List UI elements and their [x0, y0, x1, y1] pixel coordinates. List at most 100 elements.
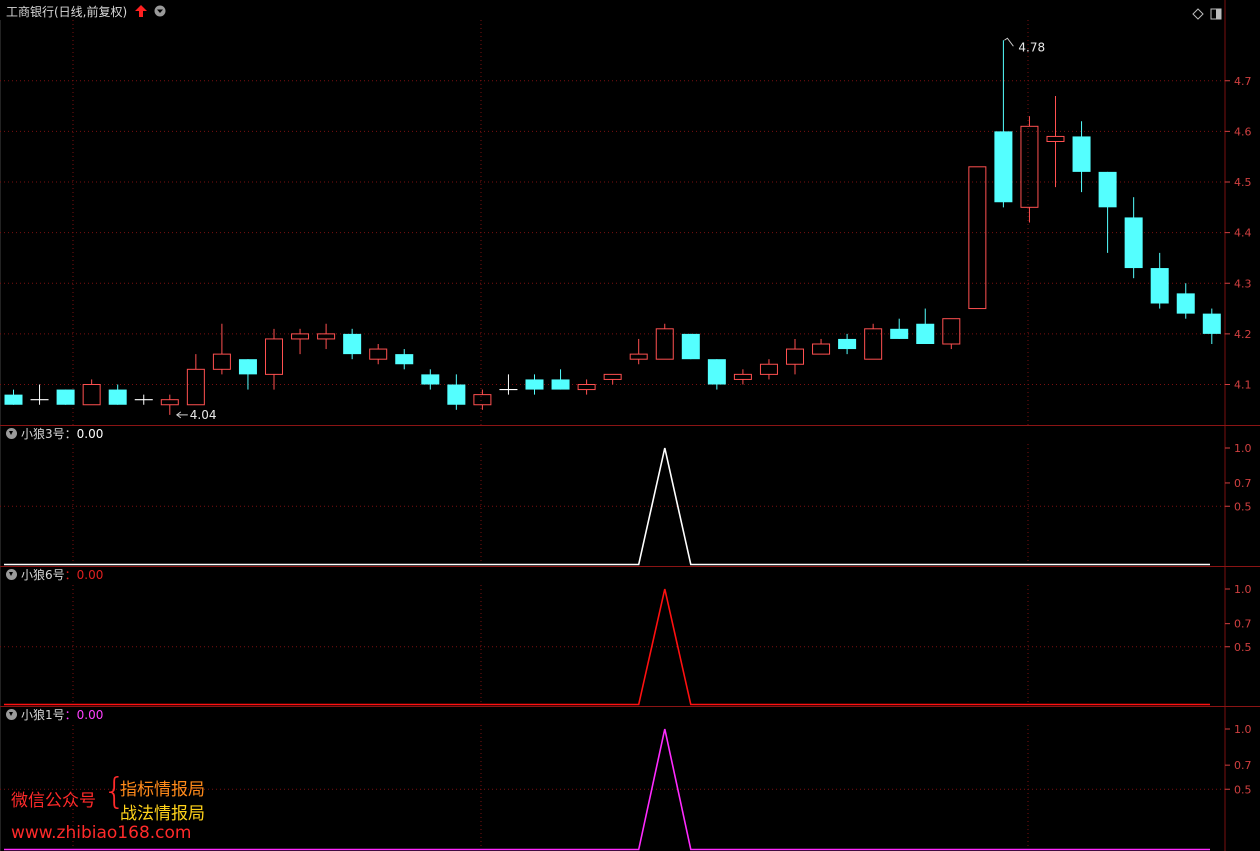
candle-body [838, 338, 857, 350]
candle-6 [160, 394, 179, 415]
candle-body [968, 166, 987, 310]
candle-9 [238, 359, 257, 390]
candle-body [317, 333, 336, 340]
candle-44 [1150, 252, 1169, 309]
candle-body [707, 359, 726, 385]
main-y-tick-label: 4.7 [1234, 75, 1252, 88]
pane3-y-tick-label: 0.7 [1234, 759, 1252, 772]
pane1-sep: ： [64, 427, 77, 441]
candle-7 [186, 354, 205, 406]
candle-40 [1046, 95, 1065, 188]
candle-24 [629, 338, 648, 365]
candle-12 [317, 323, 336, 350]
pane3-y-tick-label: 1.0 [1234, 723, 1252, 736]
candle-8 [212, 323, 231, 375]
candle-39 [1020, 116, 1039, 223]
candle-13 [343, 328, 362, 360]
candle-17 [447, 374, 466, 410]
candle-41 [1072, 121, 1091, 193]
pane3-name: 小狼1号 [21, 708, 65, 722]
candle-27 [707, 359, 726, 390]
candle-body [525, 379, 544, 390]
candle-0 [4, 389, 23, 405]
candle-29 [759, 359, 778, 380]
chevron-down-circle-icon[interactable] [154, 5, 166, 17]
chart-canvas[interactable]: 4.1 4.2 4.3 4.4 4.5 4.6 4.7 4.78 4.04 0.5 0.7 1.0 0.… [0, 0, 1260, 851]
candle-33 [864, 323, 883, 360]
candle-38 [994, 40, 1013, 208]
candle-body [733, 373, 752, 380]
candle-body [1046, 135, 1065, 142]
candle-18 [473, 389, 492, 410]
candle-body [291, 333, 310, 340]
candle-28 [733, 369, 752, 385]
candle-body [1072, 136, 1091, 172]
pane3-sep: ： [64, 708, 77, 722]
pane2-menu-icon[interactable] [6, 569, 17, 580]
pane1-value: 0.00 [76, 427, 104, 441]
pane1-y-tick-label: 0.5 [1234, 500, 1252, 513]
candle-body [56, 389, 75, 405]
window-restore-icon[interactable] [1210, 8, 1222, 20]
candle-45 [1176, 283, 1195, 319]
candle-body [812, 343, 831, 355]
candle-body [186, 368, 205, 406]
chart-stage[interactable]: 4.1 4.2 4.3 4.4 4.5 4.6 4.7 4.78 4.04 0.5 0.7 1.0 0.… [0, 0, 1260, 851]
pane2-y-tick-label: 0.5 [1234, 641, 1252, 654]
pane2-name: 小狼6号 [21, 568, 65, 582]
candle-36 [942, 318, 961, 350]
main-y-tick-label: 4.3 [1234, 277, 1252, 290]
candle-body [551, 379, 570, 390]
pane1-y-tick-label: 1.0 [1234, 442, 1252, 455]
main-y-tick-label: 4.1 [1234, 379, 1252, 392]
candle-20 [525, 374, 544, 395]
main-y-tick-label: 4.2 [1234, 328, 1252, 341]
main-pane-header: 工商银行(日线,前复权) [6, 4, 166, 20]
candle-body [994, 131, 1013, 203]
pane1-header: 小狼3号：0.00 [6, 426, 103, 442]
candle-2 [56, 389, 75, 405]
candle-26 [681, 333, 700, 360]
low-marker-label: 4.04 [190, 408, 217, 422]
stock-title: 工商银行(日线,前复权) [6, 5, 128, 19]
candle-body [655, 328, 674, 360]
candle-30 [786, 338, 804, 375]
candle-body [1098, 171, 1117, 208]
diamond-icon[interactable] [1192, 8, 1204, 20]
pane1-menu-icon[interactable] [6, 428, 17, 439]
candle-body [265, 338, 283, 375]
candle-body [1124, 217, 1143, 269]
candle-body [1176, 293, 1195, 314]
pane3-menu-icon[interactable] [6, 709, 17, 720]
candle-5 [134, 394, 153, 405]
candle-4 [108, 384, 127, 405]
candle-body [212, 353, 231, 370]
red-up-arrow-icon [135, 5, 148, 17]
watermark-line1: 指标情报局 [120, 780, 205, 800]
candle-body [369, 348, 388, 360]
candle-body [786, 348, 804, 365]
candle-body [890, 328, 909, 339]
candle-31 [812, 338, 831, 355]
candle-body [238, 359, 257, 375]
candle-body [1150, 268, 1169, 304]
candle-3 [82, 379, 101, 406]
candle-body [82, 384, 101, 406]
candle-22 [577, 379, 596, 395]
candle-34 [890, 318, 909, 339]
candle-16 [421, 369, 440, 390]
candle-body [603, 373, 622, 380]
candle-37 [968, 166, 987, 310]
candle-body [864, 328, 883, 360]
pane2-y-tick-label: 1.0 [1234, 583, 1252, 596]
candle-body [1020, 125, 1039, 208]
candle-23 [603, 373, 622, 385]
pane1-y-tick-label: 0.7 [1234, 477, 1252, 490]
candle-32 [838, 333, 857, 355]
main-y-tick-label: 4.4 [1234, 227, 1252, 240]
candle-body [759, 363, 778, 375]
candle-43 [1124, 197, 1143, 279]
candle-body [108, 389, 127, 405]
candle-10 [265, 328, 283, 390]
candle-42 [1098, 171, 1117, 253]
